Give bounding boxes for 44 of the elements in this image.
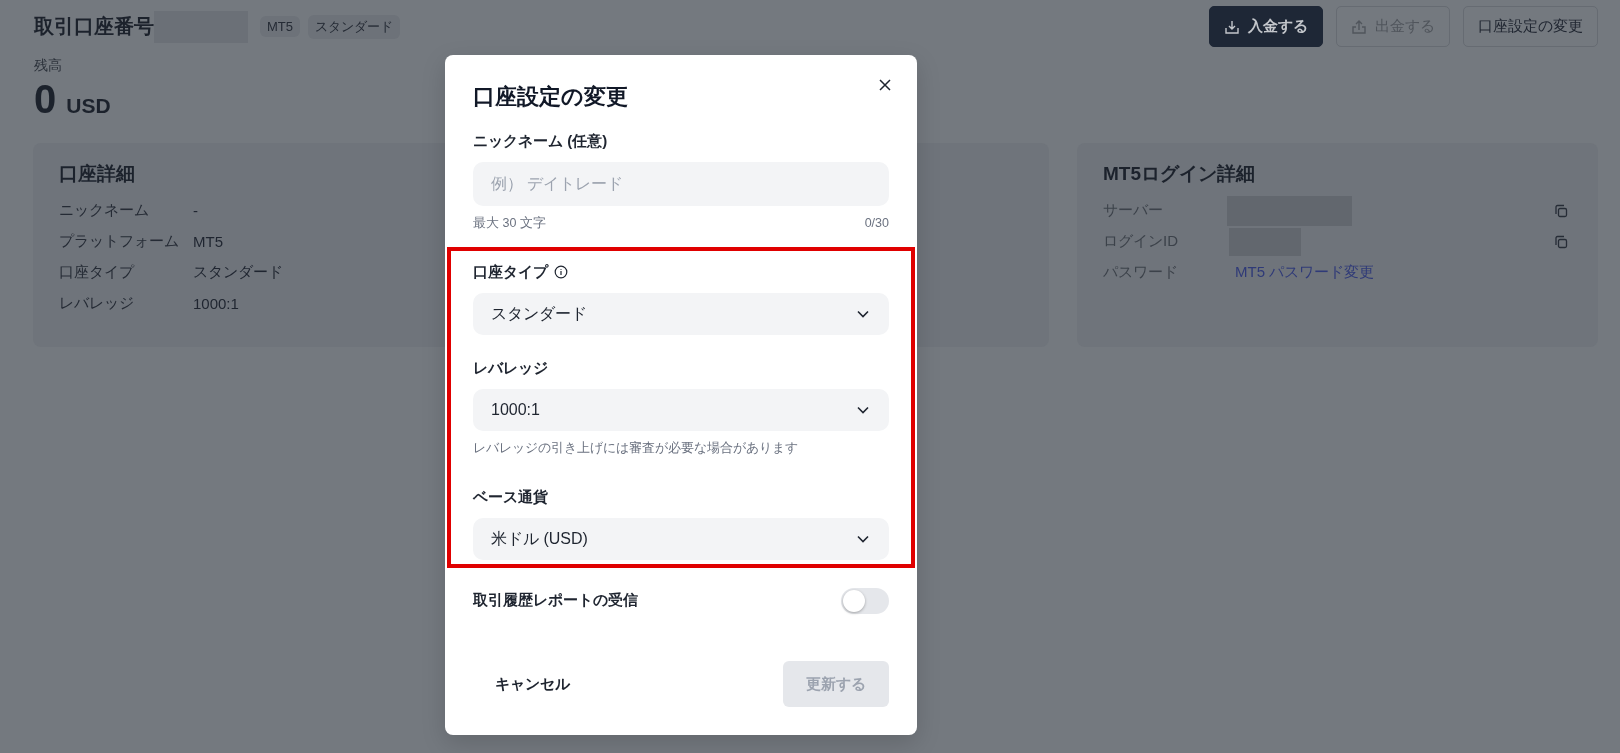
field-hint: 最大 30 文字 (473, 215, 546, 231)
field-label: ベース通貨 (473, 487, 548, 507)
field-label: ニックネーム (任意) (473, 131, 608, 151)
field-label: 口座タイプ (473, 262, 548, 282)
copy-icon[interactable] (1554, 203, 1568, 218)
card-title: MT5ログイン詳細 (1103, 162, 1255, 186)
header-button[interactable]: 入金する (1209, 6, 1323, 47)
detail-label: レバレッジ (59, 294, 135, 313)
detail-label: ニックネーム (59, 201, 150, 220)
dialog-title: 口座設定の変更 (473, 83, 628, 111)
balance-currency: USD (66, 94, 111, 118)
select-field[interactable]: スタンダード (473, 293, 889, 335)
chevron-down-icon (857, 406, 869, 414)
select-field[interactable]: 1000:1 (473, 389, 889, 431)
download-icon (1224, 18, 1240, 35)
detail-value: 1000:1 (193, 295, 239, 312)
select-value: 米ドル (USD) (491, 528, 588, 549)
upload-icon (1351, 18, 1367, 35)
character-counter: 0/30 (864, 215, 889, 231)
select-field[interactable]: 米ドル (USD) (473, 518, 889, 560)
detail-value: MT5 (193, 233, 223, 250)
cancel-button[interactable]: キャンセル (473, 661, 592, 707)
toggle-label: 取引履歴レポートの受信 (473, 591, 638, 610)
card-title: 口座詳細 (59, 162, 135, 186)
nickname-field[interactable]: 例） デイトレード (473, 162, 889, 206)
select-value: スタンダード (491, 303, 587, 324)
balance-amount: 0 (34, 77, 57, 121)
detail-value: - (193, 202, 198, 219)
balance-label: 残高 (34, 57, 63, 75)
chevron-down-icon (857, 535, 869, 543)
account-number-title: 取引口座番号 (34, 14, 154, 39)
detail-label: プラットフォーム (59, 232, 180, 251)
chevron-down-icon (857, 310, 869, 318)
info-icon[interactable] (554, 265, 568, 279)
field-label: レバレッジ (473, 358, 548, 378)
select-value: 1000:1 (491, 401, 540, 419)
copy-icon[interactable] (1554, 234, 1568, 249)
detail-value: スタンダード (193, 263, 283, 282)
close-icon (879, 79, 891, 91)
field-hint: レバレッジの引き上げには審査が必要な場合があります (473, 440, 798, 456)
toggle-switch[interactable] (841, 588, 889, 614)
header-button[interactable]: 口座設定の変更 (1463, 6, 1598, 47)
account-tag: MT5 (260, 16, 300, 37)
detail-label: 口座タイプ (59, 263, 136, 282)
